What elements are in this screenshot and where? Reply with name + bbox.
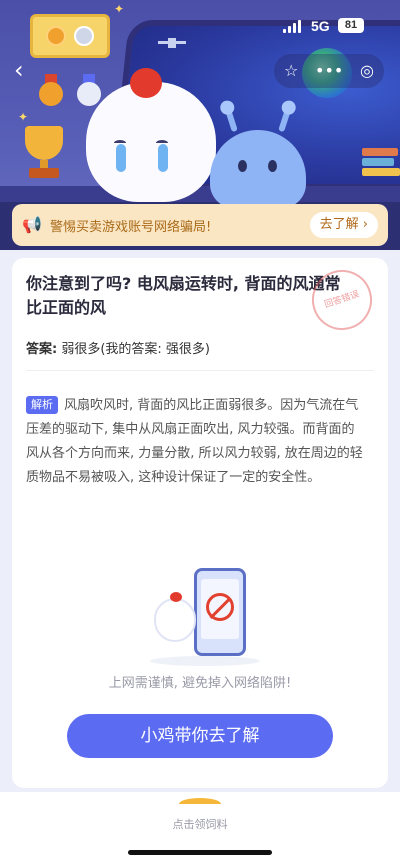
trophy-icon	[22, 126, 66, 182]
bronze-medal-icon	[38, 74, 64, 106]
bottom-bar: 点击领饲料	[0, 792, 400, 866]
top-actions: ☆ ••• ◎	[274, 54, 384, 88]
signal-icon	[283, 20, 301, 33]
fraud-notice-bar[interactable]: 📢 警惕买卖游戏账号网络骗局! 去了解 ›	[12, 204, 388, 246]
answer-label: 答案:	[26, 342, 58, 357]
status-bar: 5G 81	[0, 0, 400, 50]
chick-icon	[154, 592, 196, 642]
explanation: 解析 风扇吹风时, 背面的风比正面弱很多。因为气流在气压差的驱动下, 集中从风扇正…	[26, 394, 366, 490]
more-icon[interactable]: •••	[315, 63, 343, 79]
battery-icon: 81	[338, 18, 364, 33]
megaphone-icon: 📢	[22, 215, 42, 234]
chick-guide-button[interactable]: 小鸡带你去了解	[67, 714, 333, 758]
white-medal-icon	[76, 74, 102, 106]
phone-warning-illustration	[150, 568, 260, 668]
explanation-text: 风扇吹风时, 背面的风比正面弱很多。因为气流在气压差的驱动下, 集中从风扇正面吹…	[26, 398, 363, 485]
feed-icon[interactable]	[179, 798, 221, 810]
warning-text: 上网需谨慎, 避免掉入网络陷阱!	[108, 676, 292, 691]
chick-mascot	[86, 68, 216, 202]
question-title: 你注意到了吗? 电风扇运转时, 背面的风通常比正面的风	[26, 274, 341, 317]
prohibited-icon	[206, 593, 234, 621]
notice-text: 警惕买卖游戏账号网络骗局!	[50, 219, 212, 235]
network-type: 5G	[311, 18, 330, 34]
learn-more-button[interactable]: 去了解 ›	[309, 212, 378, 238]
back-icon[interactable]: ‹	[14, 58, 34, 82]
star-icon[interactable]: ☆	[284, 63, 298, 79]
home-indicator[interactable]	[128, 850, 272, 855]
divider	[26, 370, 374, 371]
books-icon	[362, 148, 400, 188]
claim-feed-label[interactable]: 点击领饲料	[0, 816, 400, 832]
sparkle-icon: ✦	[18, 110, 29, 124]
target-icon[interactable]: ◎	[360, 63, 374, 79]
answer-card: 你注意到了吗? 电风扇运转时, 背面的风通常比正面的风 回答错误 答案: 弱很多…	[12, 258, 388, 788]
answer-value: 弱很多(我的答案: 强很多)	[61, 342, 210, 357]
phone-icon	[194, 568, 246, 656]
answer-row: 答案: 弱很多(我的答案: 强很多)	[26, 338, 210, 357]
shelf	[0, 186, 400, 202]
explanation-tag: 解析	[26, 396, 58, 414]
